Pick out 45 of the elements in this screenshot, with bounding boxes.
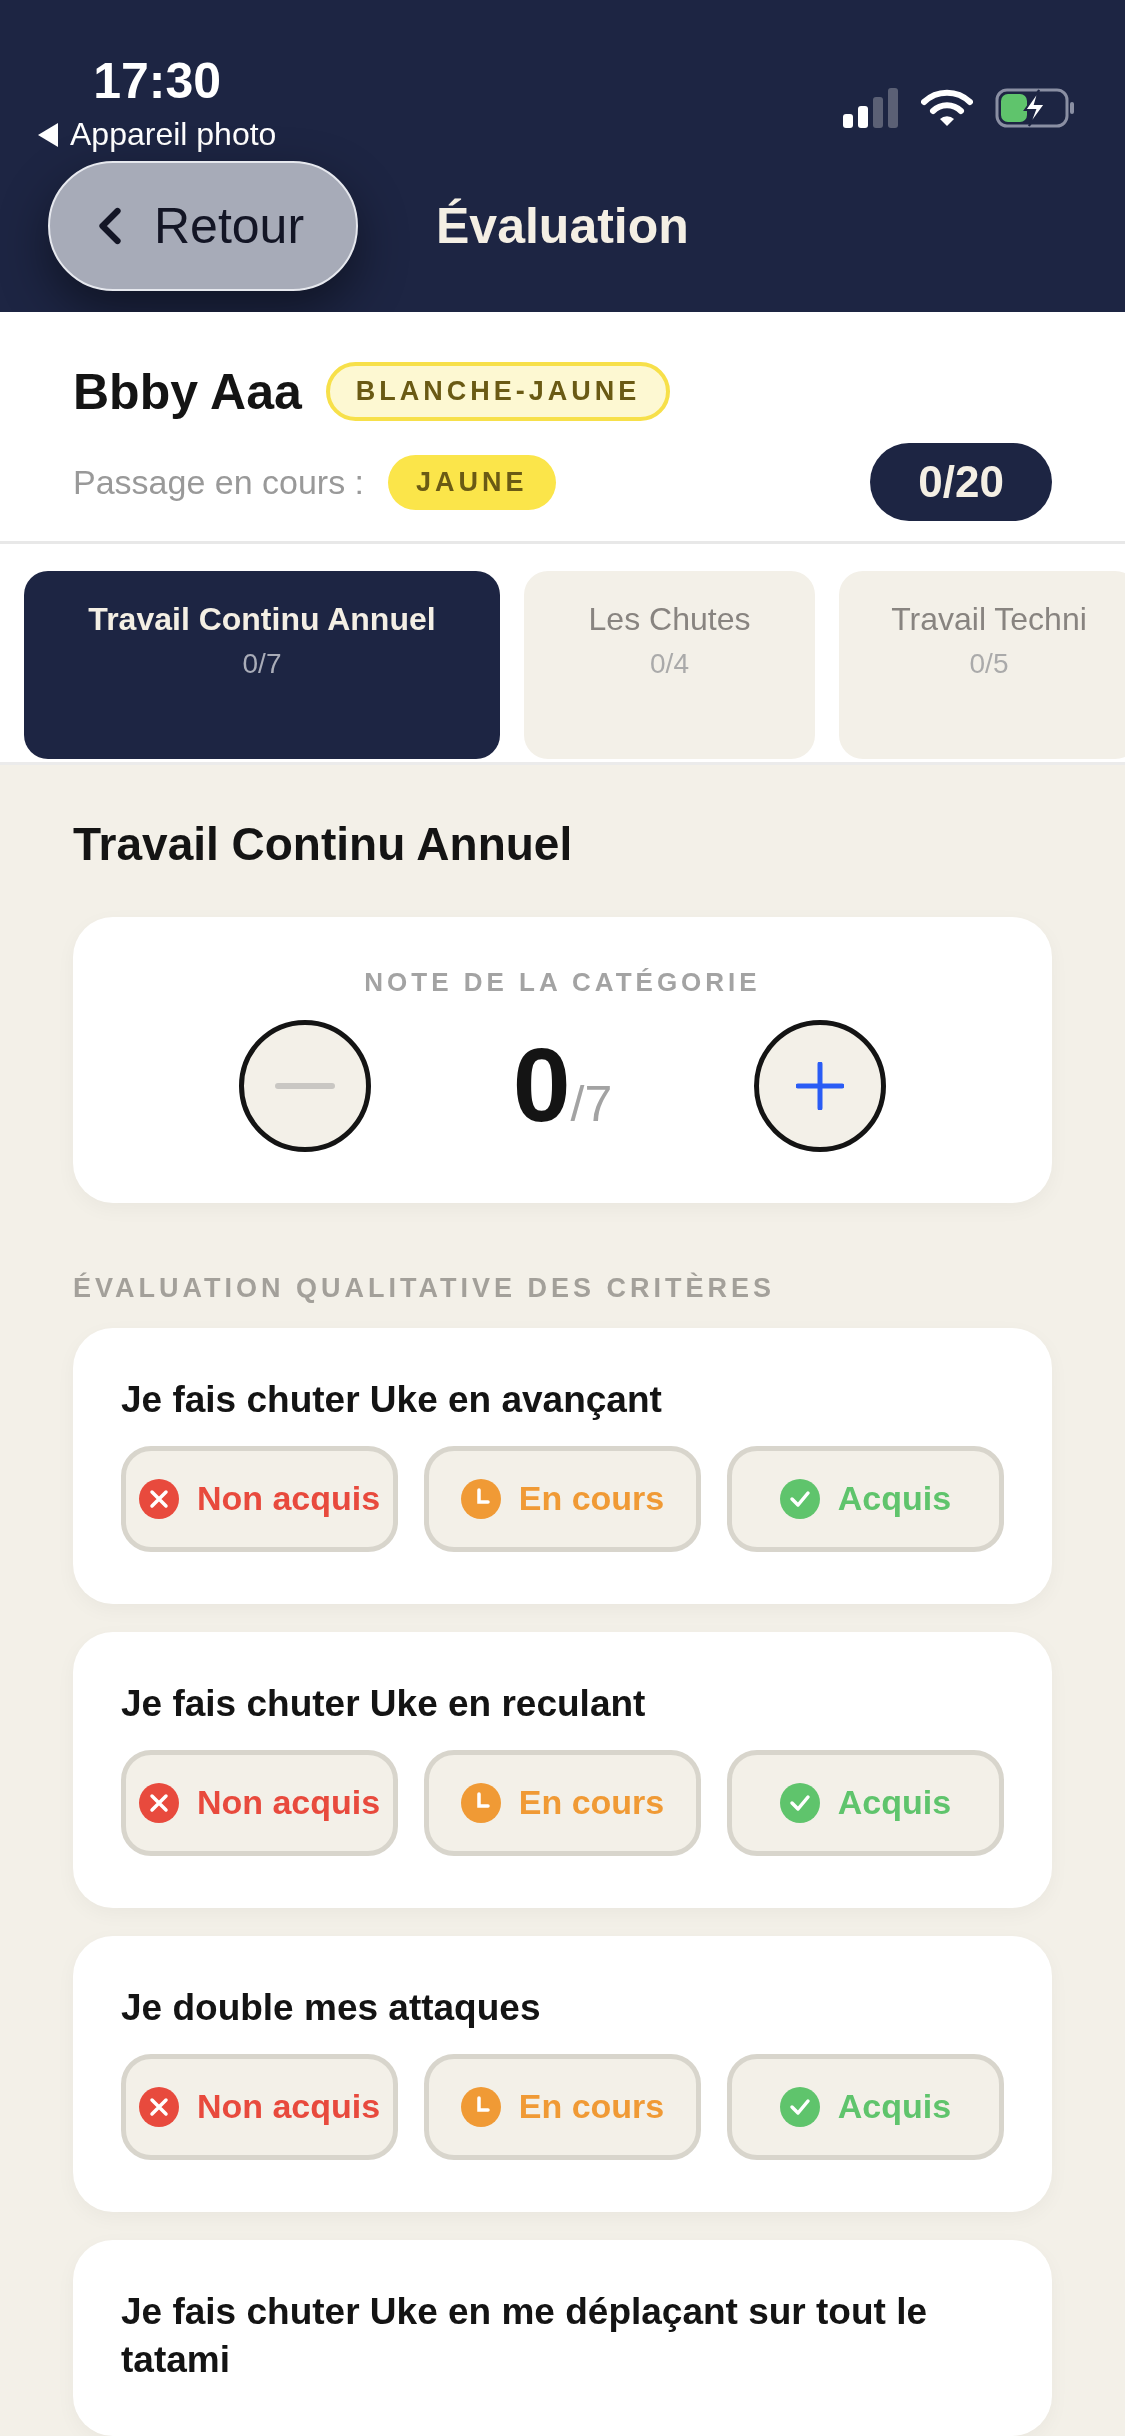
category-tab[interactable]: Les Chutes 0/4 (524, 570, 815, 759)
criterion-title: Je double mes attaques (121, 1985, 542, 2030)
total-score-badge: 0/20 (870, 443, 1052, 521)
category-tab[interactable]: Travail Techni 0/5 (839, 570, 1125, 759)
belt-badge: BLANCHE-JAUNE (325, 362, 671, 421)
page-title: Évaluation (436, 197, 689, 255)
status-option-button[interactable]: Acquis (727, 1749, 1004, 1856)
criterion-title: Je fais chuter Uke en avançant (121, 1377, 663, 1422)
status-option-button[interactable]: Non acquis (121, 2053, 398, 2160)
status-option-button[interactable]: En cours (424, 1749, 701, 1856)
criterion-title: Je fais chuter Uke en reculant (121, 1681, 647, 1726)
category-tab[interactable]: Travail Continu Annuel 0/7 (24, 570, 500, 759)
clock-icon (460, 1478, 501, 1519)
check-circle-icon (779, 1782, 820, 1823)
status-time: 17:30 (93, 52, 222, 110)
status-option-button[interactable]: Non acquis (121, 1445, 398, 1552)
plus-icon (796, 1061, 844, 1110)
check-circle-icon (779, 2086, 820, 2127)
status-option-button[interactable]: Acquis (727, 1445, 1004, 1552)
status-option-button[interactable]: Non acquis (121, 1749, 398, 1856)
status-option-button[interactable]: En cours (424, 2053, 701, 2160)
passage-belt-badge: JAUNE (388, 454, 556, 510)
grade-value: 0 (512, 1026, 571, 1146)
back-triangle-icon (38, 122, 58, 147)
passage-label: Passage en cours : (73, 462, 365, 502)
status-option-button[interactable]: Acquis (727, 2053, 1004, 2160)
minus-icon (275, 1082, 335, 1089)
section-title: Travail Continu Annuel (73, 816, 574, 871)
criteria-heading: ÉVALUATION QUALITATIVE DES CRITÈRES (73, 1272, 777, 1304)
criterion-title: Je fais chuter Uke en me déplaçant sur tout le tatami (121, 2289, 929, 2382)
check-circle-icon (779, 1478, 820, 1519)
status-option-button[interactable]: En cours (424, 1445, 701, 1552)
student-name: Bbby Aaa (73, 362, 302, 421)
back-to-app-link[interactable]: Appareil photo (70, 116, 277, 153)
clock-icon (460, 1782, 501, 1823)
grade-max: /7 (570, 1075, 613, 1134)
cross-circle-icon (138, 2086, 179, 2127)
back-button[interactable]: Retour (48, 161, 358, 291)
signal-icon (843, 88, 899, 128)
grade-label: NOTE DE LA CATÉGORIE (364, 966, 761, 998)
wifi-icon (921, 89, 973, 127)
battery-charging-icon (995, 88, 1075, 128)
cross-circle-icon (138, 1782, 179, 1823)
cross-circle-icon (138, 1478, 179, 1519)
clock-icon (460, 2086, 501, 2127)
